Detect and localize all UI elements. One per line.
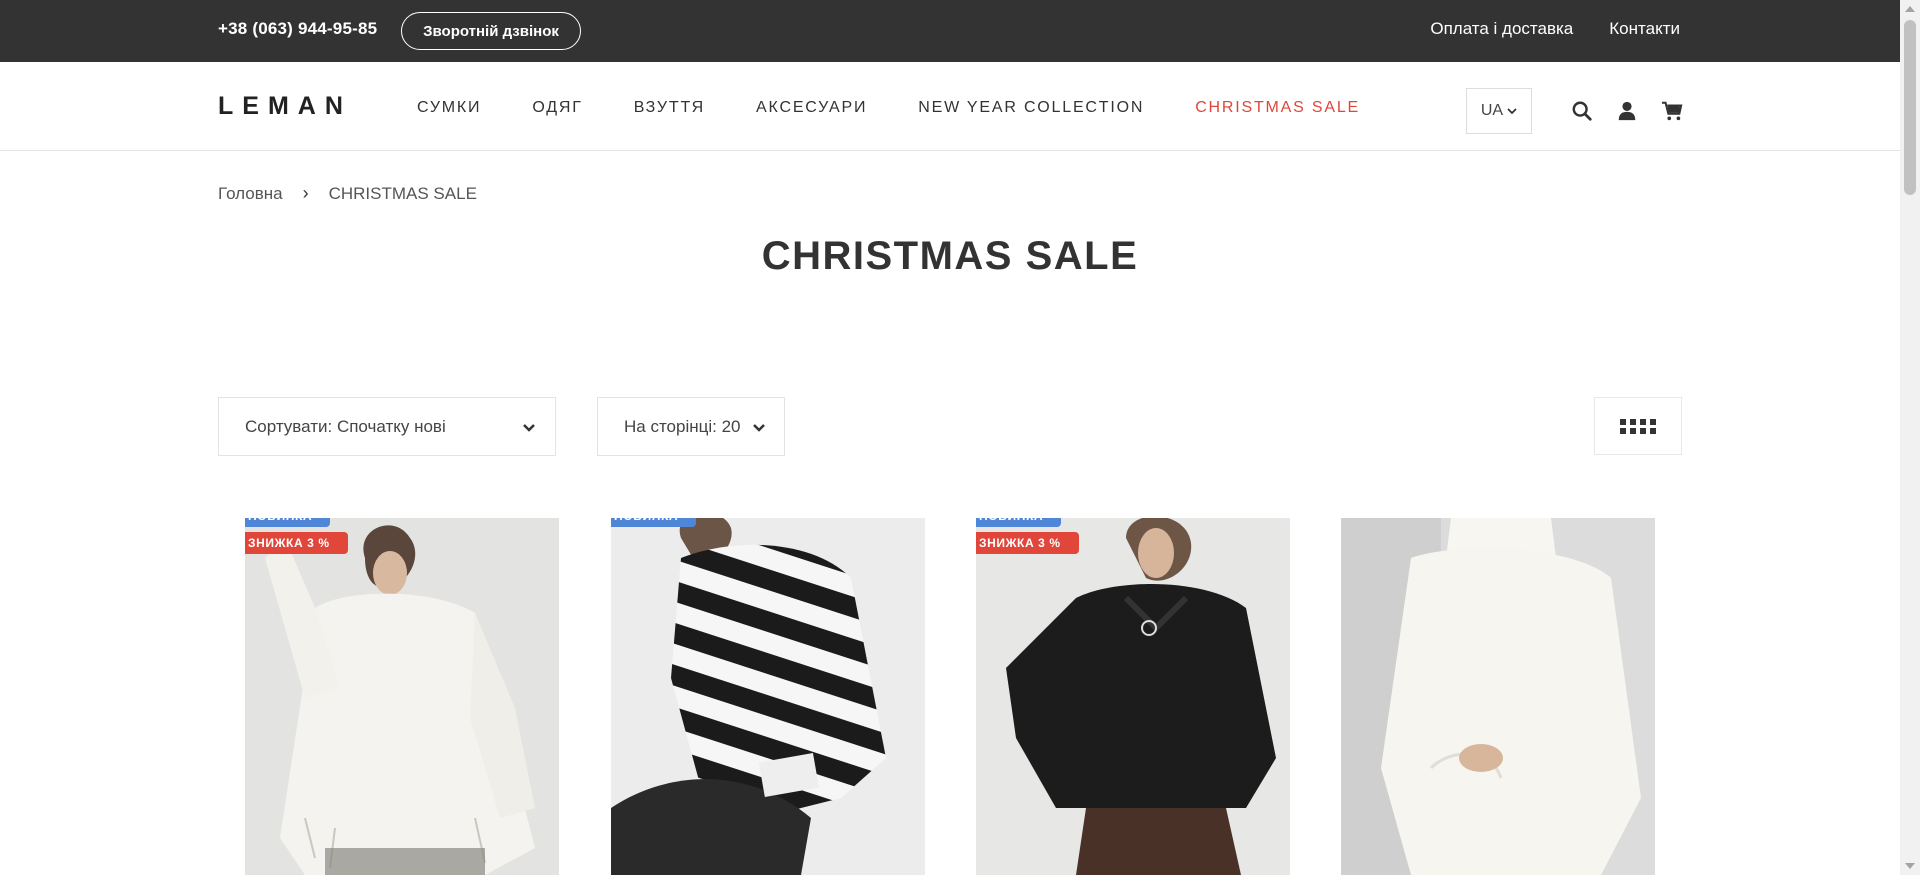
per-page-dropdown[interactable]: На сторінці: 20 (597, 397, 785, 456)
new-badge: НОВИНКА (976, 518, 1062, 527)
product-card[interactable]: НОВИНКА (611, 518, 925, 875)
nav-item-accessories[interactable]: АКСЕСУАРИ (756, 99, 867, 117)
new-badge: НОВИНКА (245, 518, 331, 527)
contacts-link[interactable]: Контакти (1609, 19, 1680, 39)
logo[interactable]: LEMAN (218, 92, 352, 121)
language-label: UA (1480, 102, 1504, 119)
chevron-down-icon (522, 420, 536, 434)
nav-item-clothing[interactable]: ОДЯГ (532, 99, 582, 117)
product-card[interactable] (1341, 518, 1655, 875)
top-bar: +38 (063) 944-95-85 Зворотній дзвінок Оп… (0, 0, 1900, 62)
grid-view-icon (1620, 418, 1656, 434)
user-icon[interactable] (1615, 99, 1639, 123)
product-image[interactable] (976, 518, 1290, 875)
product-card[interactable]: НОВИНКА ЗНИЖКА 3 % (245, 518, 559, 875)
per-page-label: На сторінці: 20 (624, 416, 741, 436)
scrollbar-thumb[interactable] (1904, 20, 1916, 195)
page-scrollbar[interactable] (1900, 0, 1920, 875)
breadcrumb: Головна › CHRISTMAS SALE (218, 183, 477, 204)
sort-dropdown[interactable]: Сортувати: Спочатку нові (218, 397, 556, 456)
product-card[interactable]: НОВИНКА ЗНИЖКА 3 % (976, 518, 1290, 875)
new-badge: НОВИНКА (611, 518, 697, 527)
product-image[interactable] (611, 518, 925, 875)
main-header: LEMAN СУМКИ ОДЯГ ВЗУТТЯ АКСЕСУАРИ NEW YE… (0, 62, 1900, 151)
product-image[interactable] (1341, 518, 1655, 875)
sort-label: Сортувати: Спочатку нові (245, 416, 446, 436)
breadcrumb-separator-icon: › (302, 183, 309, 203)
breadcrumb-home[interactable]: Головна (218, 184, 283, 204)
nav-item-bags[interactable]: СУМКИ (417, 99, 481, 117)
cart-icon[interactable] (1660, 99, 1684, 123)
scroll-down-icon[interactable] (1905, 863, 1915, 869)
scroll-up-icon[interactable] (1905, 6, 1915, 12)
callback-button[interactable]: Зворотній дзвінок (401, 12, 581, 50)
nav-item-shoes[interactable]: ВЗУТТЯ (634, 99, 705, 117)
breadcrumb-current: CHRISTMAS SALE (328, 183, 477, 203)
nav-item-christmas-sale[interactable]: CHRISTMAS SALE (1195, 99, 1360, 117)
search-icon[interactable] (1570, 99, 1594, 123)
grid-view-toggle[interactable] (1594, 397, 1682, 455)
phone-number[interactable]: +38 (063) 944-95-85 (218, 19, 377, 39)
discount-badge: ЗНИЖКА 3 % (976, 532, 1079, 554)
payment-delivery-link[interactable]: Оплата і доставка (1430, 19, 1573, 39)
chevron-down-icon (1507, 108, 1517, 115)
discount-badge: ЗНИЖКА 3 % (245, 532, 348, 554)
top-links: Оплата і доставка Контакти (1430, 19, 1680, 39)
chevron-down-icon (752, 420, 766, 434)
page-title: CHRISTMAS SALE (761, 234, 1139, 278)
product-image[interactable] (245, 518, 559, 875)
nav-item-new-year-collection[interactable]: NEW YEAR COLLECTION (918, 99, 1144, 117)
language-selector[interactable]: UA (1466, 88, 1532, 134)
main-nav: СУМКИ ОДЯГ ВЗУТТЯ АКСЕСУАРИ NEW YEAR COL… (417, 99, 1411, 117)
